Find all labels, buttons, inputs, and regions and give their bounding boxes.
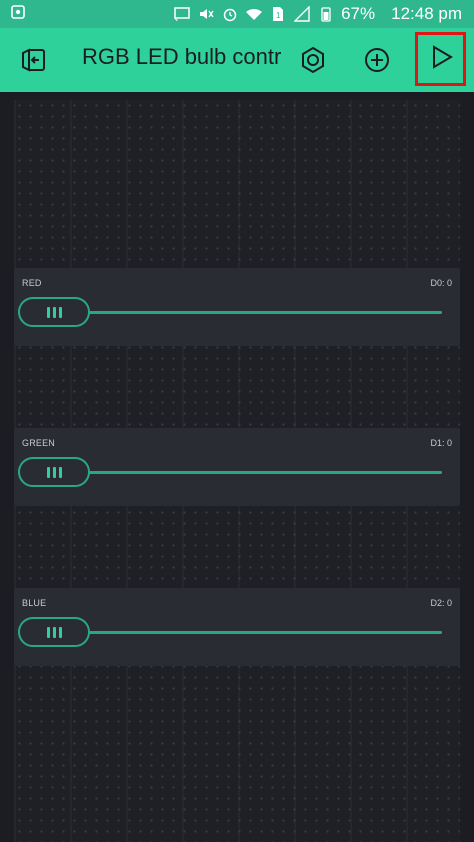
grip-line	[58, 626, 62, 638]
status-time: 12:48 pm	[391, 4, 462, 23]
play-button-highlight[interactable]	[415, 32, 466, 86]
widget-pin-value: D2: 0	[430, 598, 452, 608]
status-right: 1 67% 12:48 pm	[173, 4, 462, 24]
cast-icon	[173, 5, 191, 23]
grip-line	[52, 466, 56, 478]
grip-line	[46, 466, 50, 478]
widget-pin-value: D1: 0	[430, 438, 452, 448]
slider-track[interactable]	[44, 471, 442, 474]
widget-label: RED	[22, 278, 42, 288]
app-toolbar: RGB LED bulb contrc	[0, 28, 474, 92]
slider-widget-red: RED D0: 0	[14, 268, 460, 346]
svg-text:1: 1	[276, 11, 281, 20]
slider-track[interactable]	[44, 631, 442, 634]
battery-icon	[317, 5, 335, 23]
grip-line	[52, 306, 56, 318]
battery-percent: 67%	[341, 4, 376, 23]
widget-pin-value: D0: 0	[430, 278, 452, 288]
exit-icon[interactable]	[14, 40, 54, 80]
status-bar: 1 67% 12:48 pm	[0, 0, 474, 28]
play-icon[interactable]	[426, 42, 456, 77]
status-left	[10, 4, 26, 25]
add-widget-icon[interactable]	[357, 40, 397, 80]
grip-line	[46, 626, 50, 638]
settings-icon[interactable]	[293, 40, 333, 80]
slider-widget-blue: BLUE D2: 0	[14, 588, 460, 666]
slider-handle[interactable]	[18, 297, 90, 327]
sim-icon: 1	[269, 5, 287, 23]
slider-handle[interactable]	[18, 457, 90, 487]
slider-widget-green: GREEN D1: 0	[14, 428, 460, 506]
widget-label: GREEN	[22, 438, 56, 448]
project-title: RGB LED bulb contrc	[82, 44, 282, 69]
grip-line	[52, 626, 56, 638]
wifi-icon	[245, 5, 263, 23]
notification-icon	[10, 4, 26, 25]
alarm-icon	[221, 5, 239, 23]
widget-label: BLUE	[22, 598, 47, 608]
slider-handle[interactable]	[18, 617, 90, 647]
slider-track[interactable]	[44, 311, 442, 314]
mute-icon	[197, 5, 215, 23]
grip-line	[58, 306, 62, 318]
signal-icon	[293, 5, 311, 23]
grip-line	[58, 466, 62, 478]
grip-line	[46, 306, 50, 318]
